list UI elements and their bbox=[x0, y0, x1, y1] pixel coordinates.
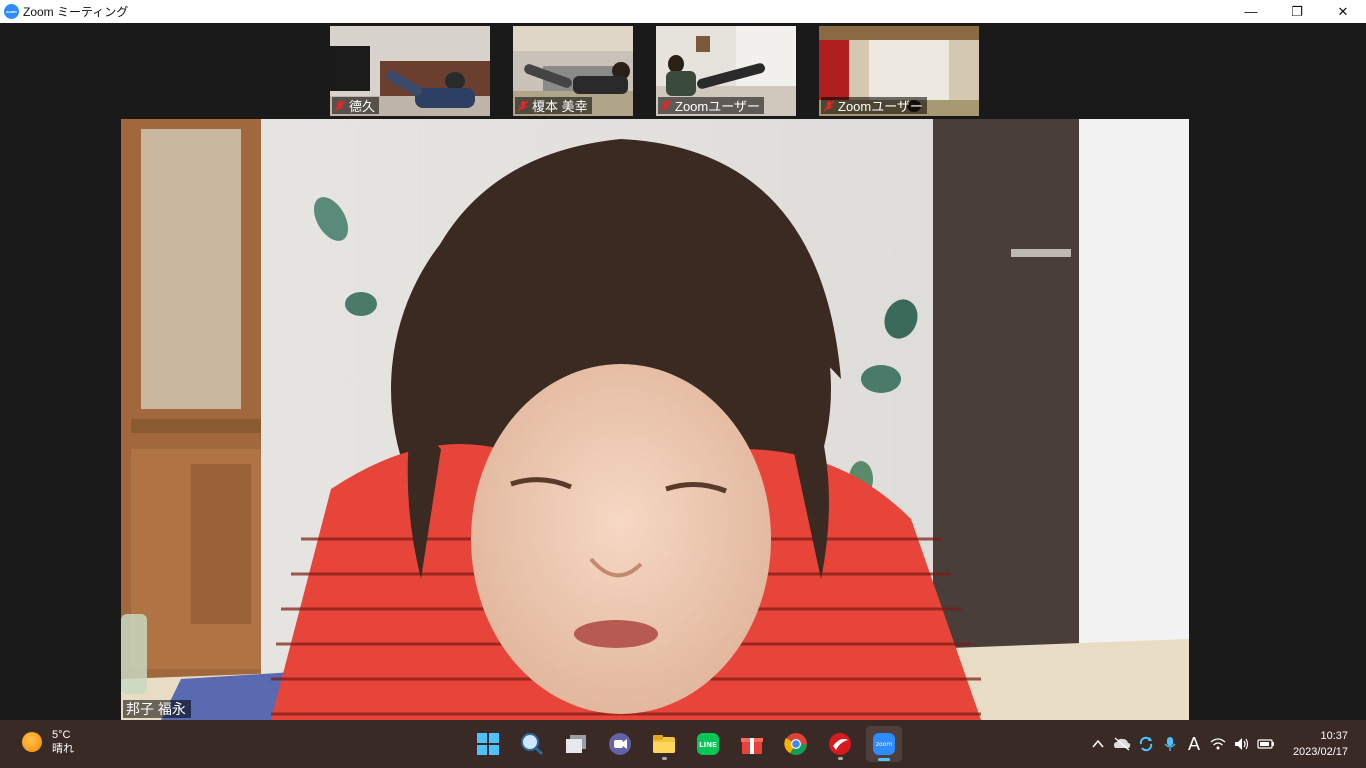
running-indicator bbox=[838, 757, 843, 760]
taskbar-apps: LINE zoom bbox=[470, 726, 910, 762]
participant-thumbnail[interactable]: Zoomユーザー bbox=[819, 26, 979, 116]
participant-thumbnails: 德久 榎本 美幸 Zoomユーザー Zoomユーザー bbox=[330, 26, 980, 116]
line-icon[interactable]: LINE bbox=[690, 726, 726, 762]
task-view-icon[interactable] bbox=[558, 726, 594, 762]
window-title: Zoom ミーティング bbox=[23, 5, 129, 19]
participant-label: Zoomユーザー bbox=[658, 97, 764, 114]
participant-thumbnail[interactable]: Zoomユーザー bbox=[656, 26, 796, 116]
battery-icon[interactable] bbox=[1256, 732, 1276, 756]
weather-desc: 晴れ bbox=[52, 743, 74, 755]
line-label: LINE bbox=[699, 741, 717, 749]
participant-name: Zoomユーザー bbox=[838, 99, 923, 114]
teams-chat-icon[interactable] bbox=[602, 726, 638, 762]
participant-label: 榎本 美幸 bbox=[515, 97, 592, 114]
taskbar: 5°C 晴れ LINE zoom A 10:37 2023/02/17 bbox=[0, 720, 1366, 768]
file-explorer-icon[interactable] bbox=[646, 726, 682, 762]
participant-label: 德久 bbox=[332, 97, 380, 114]
weather-widget[interactable]: 5°C 晴れ bbox=[22, 728, 74, 756]
zoom-icon[interactable]: zoom bbox=[866, 726, 902, 762]
volume-icon[interactable] bbox=[1232, 732, 1252, 756]
system-clock[interactable]: 10:37 2023/02/17 bbox=[1293, 728, 1348, 760]
participant-name: Zoomユーザー bbox=[675, 99, 760, 114]
restore-button[interactable]: ❐ bbox=[1274, 0, 1320, 23]
close-button[interactable]: ✕ bbox=[1320, 0, 1366, 23]
running-indicator bbox=[662, 757, 667, 760]
microphone-muted-icon bbox=[660, 99, 672, 112]
onedrive-icon[interactable] bbox=[1112, 732, 1132, 756]
title-bar: zoom Zoom ミーティング — ❐ ✕ bbox=[0, 0, 1366, 23]
participant-thumbnail[interactable]: 榎本 美幸 bbox=[513, 26, 633, 116]
chevron-up-icon[interactable] bbox=[1088, 732, 1108, 756]
active-indicator bbox=[878, 758, 890, 761]
chrome-icon[interactable] bbox=[778, 726, 814, 762]
participant-name: 榎本 美幸 bbox=[532, 99, 588, 114]
trend-micro-icon[interactable] bbox=[822, 726, 858, 762]
system-tray: A bbox=[1084, 732, 1276, 756]
meeting-area: 德久 榎本 美幸 Zoomユーザー Zoomユーザー 邦子 福永 bbox=[0, 23, 1366, 720]
participant-label: Zoomユーザー bbox=[821, 97, 927, 114]
gift-icon[interactable] bbox=[734, 726, 770, 762]
microphone-muted-icon bbox=[334, 99, 346, 112]
speaker-video-frame bbox=[121, 119, 1189, 720]
windows-start-icon[interactable] bbox=[470, 726, 506, 762]
minimize-button[interactable]: — bbox=[1228, 0, 1274, 23]
participant-thumbnail[interactable]: 德久 bbox=[330, 26, 490, 116]
microphone-muted-icon bbox=[517, 99, 529, 112]
ime-indicator[interactable]: A bbox=[1184, 732, 1204, 756]
zoom-label: zoom bbox=[876, 741, 892, 748]
search-icon[interactable] bbox=[514, 726, 550, 762]
sun-icon bbox=[22, 732, 42, 752]
active-speaker-name: 邦子 福永 bbox=[123, 700, 191, 718]
wifi-icon[interactable] bbox=[1208, 732, 1228, 756]
clock-date: 2023/02/17 bbox=[1292, 746, 1348, 758]
zoom-app-icon: zoom bbox=[4, 4, 19, 19]
weather-temp: 5°C bbox=[52, 729, 71, 741]
microphone-icon[interactable] bbox=[1160, 732, 1180, 756]
participant-name: 德久 bbox=[349, 99, 376, 114]
clock-time: 10:37 bbox=[1320, 730, 1348, 742]
microphone-muted-icon bbox=[823, 99, 835, 112]
window-controls: — ❐ ✕ bbox=[1228, 0, 1366, 23]
sync-icon[interactable] bbox=[1136, 732, 1156, 756]
active-speaker-video[interactable]: 邦子 福永 bbox=[121, 119, 1189, 720]
